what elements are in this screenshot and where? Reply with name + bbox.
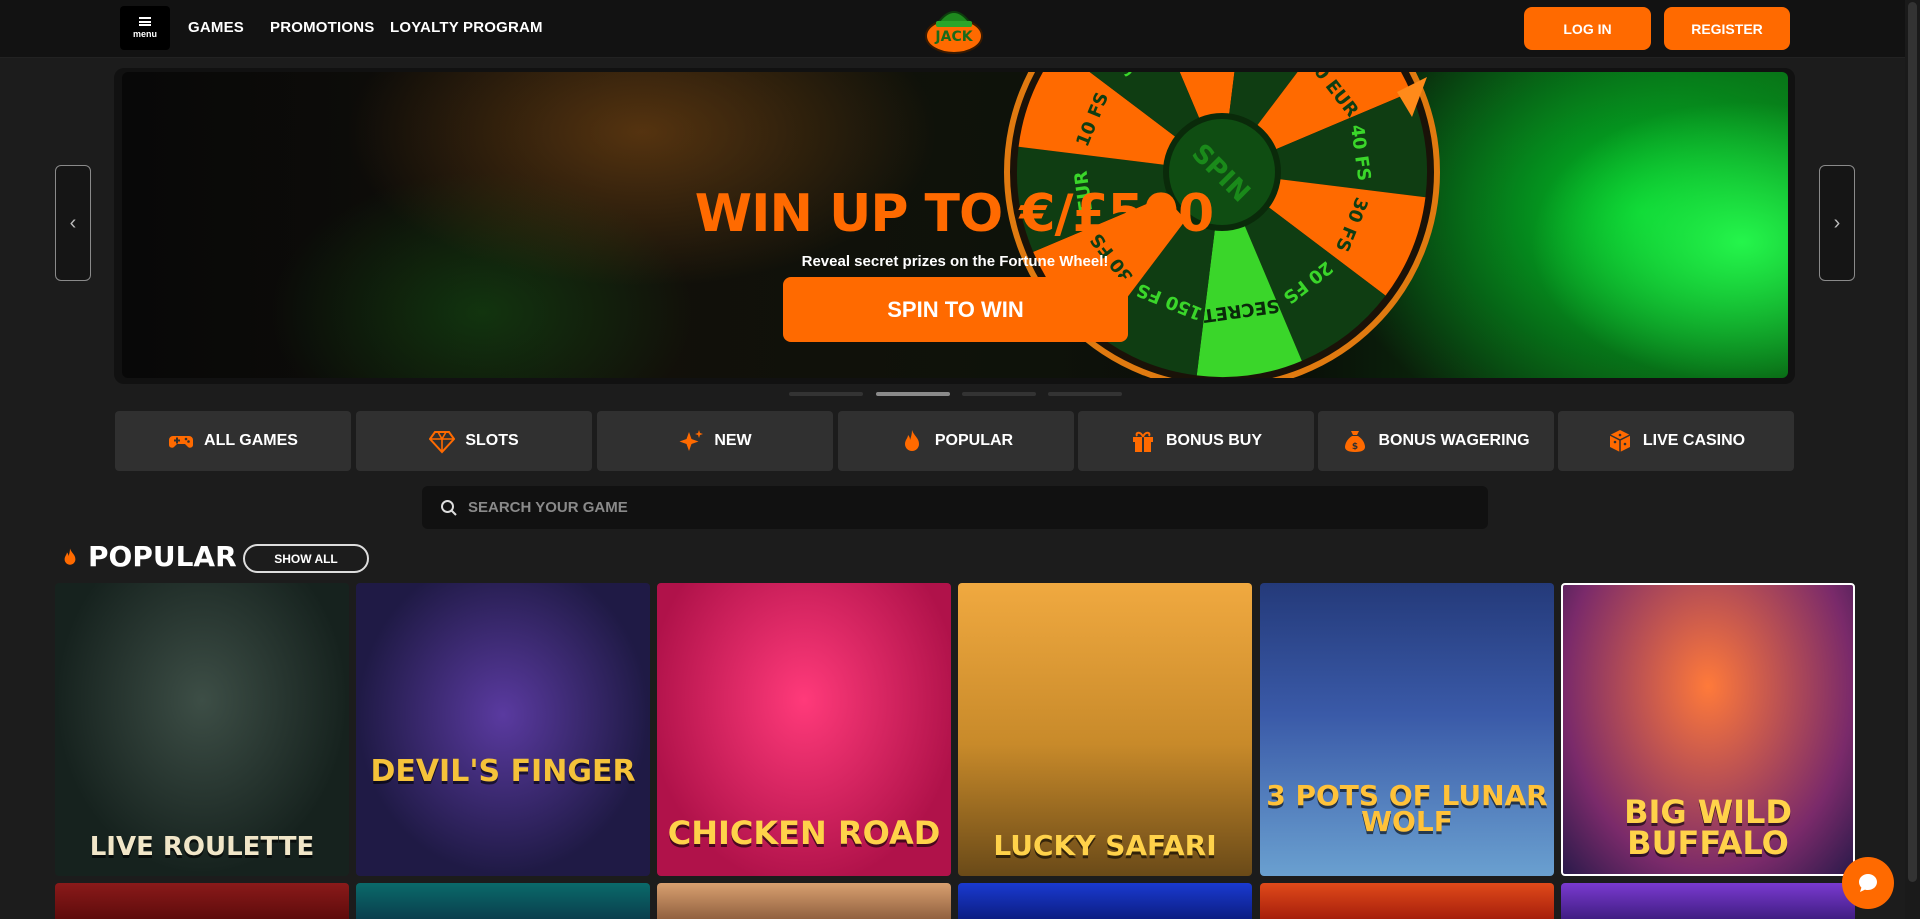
- page-scrollbar[interactable]: [1905, 0, 1920, 919]
- menu-button[interactable]: menu: [120, 6, 170, 50]
- search-icon: [441, 499, 457, 516]
- game-title: LIVE ROULETTE: [89, 832, 315, 863]
- banner-dot-1[interactable]: [789, 392, 863, 396]
- category-label: NEW: [714, 432, 752, 449]
- header: menu GAMES PROMOTIONS LOYALTY PROGRAM JA…: [0, 0, 1920, 58]
- game-tile-live-roulette[interactable]: LIVE ROULETTE: [55, 583, 349, 876]
- category-bonus-wagering[interactable]: $ BONUS WAGERING: [1318, 411, 1554, 471]
- money-bag-icon: $: [1345, 431, 1366, 452]
- category-label: BONUS BUY: [1165, 432, 1262, 449]
- game-tile-devils-finger[interactable]: DEVIL'S FINGER: [356, 583, 650, 876]
- game-title: 3 POTS OF LUNAR WOLF: [1266, 778, 1548, 839]
- game-tile[interactable]: [1260, 883, 1554, 919]
- diamond-icon: [429, 431, 456, 454]
- chat-icon: [1859, 874, 1877, 892]
- banner-next-button[interactable]: ›: [1819, 165, 1855, 281]
- section-title-popular: POPULAR: [60, 540, 237, 573]
- game-tile[interactable]: [55, 883, 349, 919]
- category-label: BONUS WAGERING: [1378, 432, 1530, 449]
- show-all-button[interactable]: SHOW ALL: [243, 544, 369, 573]
- site-logo[interactable]: JACK: [924, 3, 984, 55]
- game-title: DEVIL'S FINGER: [370, 753, 636, 789]
- category-label: SLOTS: [465, 432, 519, 449]
- category-new[interactable]: NEW: [597, 411, 833, 471]
- gamepad-icon: [169, 436, 194, 448]
- flame-icon: [64, 548, 76, 565]
- nav-promotions[interactable]: PROMOTIONS: [270, 19, 375, 36]
- chevron-left-icon: ‹: [69, 211, 77, 234]
- game-tile[interactable]: [1561, 883, 1855, 919]
- category-slots[interactable]: SLOTS: [356, 411, 592, 471]
- spin-to-win-button[interactable]: SPIN TO WIN: [783, 277, 1128, 342]
- banner-dot-2[interactable]: [876, 392, 950, 396]
- sparkle-icon: [679, 430, 704, 451]
- category-popular[interactable]: POPULAR: [838, 411, 1074, 471]
- game-tile[interactable]: [657, 883, 951, 919]
- game-tile-chicken-road[interactable]: CHICKEN ROAD: [657, 583, 951, 876]
- menu-label: menu: [132, 29, 157, 39]
- category-label: ALL GAMES: [204, 432, 298, 449]
- nav-loyalty-program[interactable]: LOYALTY PROGRAM: [390, 19, 543, 36]
- category-live-casino[interactable]: LIVE CASINO: [1558, 411, 1794, 471]
- svg-text:$: $: [1352, 442, 1358, 452]
- game-title: CHICKEN ROAD: [667, 813, 941, 852]
- register-button[interactable]: REGISTER: [1664, 7, 1790, 50]
- hamburger-icon: [139, 17, 151, 26]
- banner-dot-4[interactable]: [1048, 392, 1122, 396]
- banner-prev-button[interactable]: ‹: [55, 165, 91, 281]
- dice-icon: [1609, 430, 1631, 452]
- chevron-right-icon: ›: [1833, 211, 1841, 234]
- game-tile-big-wild-buffalo[interactable]: BIG WILD BUFFALO: [1561, 583, 1855, 876]
- banner-title: WIN UP TO €/£500: [694, 184, 1214, 244]
- game-title: BIG WILD BUFFALO: [1624, 793, 1792, 862]
- nav-games[interactable]: GAMES: [188, 19, 244, 36]
- game-tile[interactable]: [356, 883, 650, 919]
- game-title: LUCKY SAFARI: [993, 829, 1217, 863]
- category-label: LIVE CASINO: [1642, 432, 1746, 449]
- category-bonus-buy[interactable]: BONUS BUY: [1078, 411, 1314, 471]
- search-input[interactable]: [468, 499, 1368, 516]
- chat-button[interactable]: [1842, 857, 1894, 909]
- gift-icon: [1132, 431, 1153, 452]
- game-tile-3-pots-of-lunar-wolf[interactable]: 3 POTS OF LUNAR WOLF: [1260, 583, 1554, 876]
- banner-dot-3[interactable]: [962, 392, 1036, 396]
- banner-subtitle: Reveal secret prizes on the Fortune Whee…: [801, 253, 1109, 270]
- category-all-games[interactable]: ALL GAMES: [115, 411, 351, 471]
- flame-icon: [904, 430, 919, 451]
- login-button[interactable]: LOG IN: [1524, 7, 1651, 50]
- search-bar: [422, 486, 1488, 529]
- game-tile-lucky-safari[interactable]: LUCKY SAFARI: [958, 583, 1252, 876]
- category-label: POPULAR: [934, 432, 1014, 449]
- promo-banner[interactable]: 20 FS100 FS50 EUR40 FS30 FS20 FSSECRET15…: [122, 72, 1788, 378]
- svg-text:JACK: JACK: [934, 29, 973, 45]
- game-tile[interactable]: [958, 883, 1252, 919]
